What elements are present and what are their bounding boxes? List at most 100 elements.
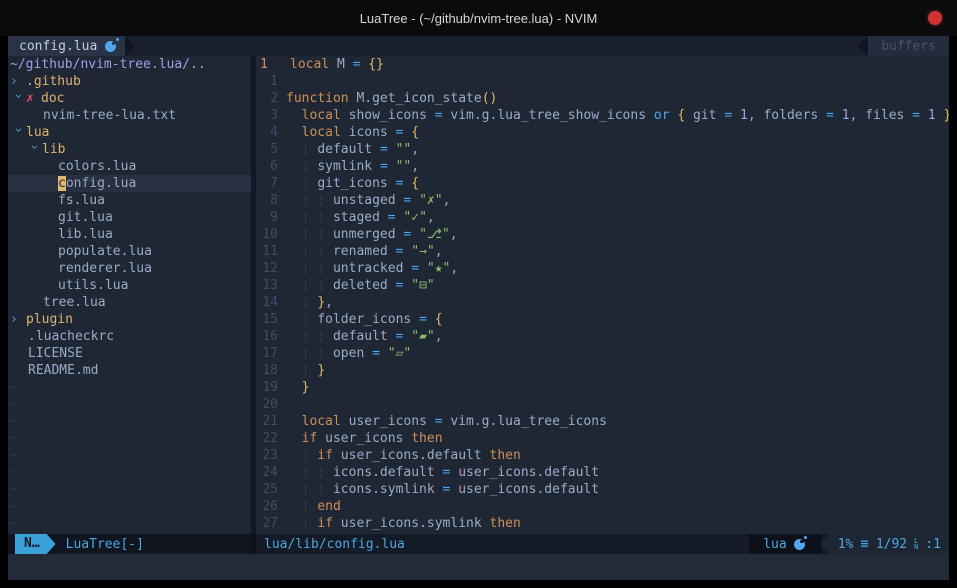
code-line-18[interactable]: 17 ¦ ¦ open = "▱" xyxy=(256,345,949,362)
tree-item-README.md[interactable]: README.md xyxy=(8,362,251,379)
tree-item-config.lua[interactable]: config.lua xyxy=(8,175,251,192)
code-line-5[interactable]: 4 local icons = { xyxy=(256,124,949,141)
tree-item-lib.lua[interactable]: lib.lua xyxy=(8,226,251,243)
tree-item-nvim-tree-lua.txt[interactable]: nvim-tree-lua.txt xyxy=(8,107,251,124)
indent-guide: ¦ xyxy=(302,516,318,531)
indent-guide: ¦ xyxy=(302,193,318,208)
command-line[interactable] xyxy=(8,554,949,580)
tree-root-path[interactable]: ~/github/nvim-tree.lua/.. xyxy=(8,56,251,73)
code-line-23[interactable]: 22 if user_icons then xyxy=(256,430,949,447)
code-line-7[interactable]: 6 ¦ symlink = "", xyxy=(256,158,949,175)
empty-line-tilde: ~ xyxy=(8,430,251,447)
code-line-19[interactable]: 18 ¦ } xyxy=(256,362,949,379)
tree-item-.github[interactable]: ›.github xyxy=(8,73,251,90)
code-line-12[interactable]: 11 ¦ ¦ renamed = "→", xyxy=(256,243,949,260)
code-line-22[interactable]: 21 local user_icons = vim.g.lua_tree_ico… xyxy=(256,413,949,430)
code-line-6[interactable]: 5 ¦ default = "", xyxy=(256,141,949,158)
relative-line-number: 8 xyxy=(256,192,286,209)
tree-item-renderer.lua[interactable]: renderer.lua xyxy=(8,260,251,277)
code-line-25[interactable]: 24 ¦ ¦ icons.default = user_icons.defaul… xyxy=(256,464,949,481)
code-token xyxy=(834,108,842,123)
tree-item-doc[interactable]: ›✗doc xyxy=(8,90,251,107)
code-token: deleted xyxy=(333,278,396,293)
code-token: } xyxy=(944,108,949,123)
code-line-28[interactable]: 27 ¦ if user_icons.symlink then xyxy=(256,515,949,532)
code-line-4[interactable]: 3 local show_icons = vim.g.lua_tree_show… xyxy=(256,107,949,124)
code-token: then xyxy=(411,431,442,446)
tree-item-label: .luacheckrc xyxy=(28,329,114,344)
tree-item-lib[interactable]: ›lib xyxy=(8,141,251,158)
tree-item-label: tree.lua xyxy=(43,295,106,310)
filetype-label: lua xyxy=(763,537,786,552)
code-line-21[interactable]: 20 xyxy=(256,396,949,413)
code-line-9[interactable]: 8 ¦ ¦ unstaged = "✗", xyxy=(256,192,949,209)
code-token: "" xyxy=(396,159,412,174)
code-token xyxy=(286,482,302,497)
tree-cursor-cell: c xyxy=(58,176,66,191)
code-token: , xyxy=(450,261,458,276)
code-line-16[interactable]: 15 ¦ folder_icons = { xyxy=(256,311,949,328)
code-token xyxy=(286,448,302,463)
code-line-1[interactable]: 1local M = {} xyxy=(256,56,949,73)
close-button[interactable] xyxy=(928,11,942,25)
code-token xyxy=(286,499,302,514)
code-line-3[interactable]: 2function M.get_icon_state() xyxy=(256,90,949,107)
code-line-13[interactable]: 12 ¦ ¦ untracked = "★", xyxy=(256,260,949,277)
code-token: user_icons xyxy=(341,414,435,429)
code-token: , xyxy=(325,295,333,310)
tree-item-plugin[interactable]: ›plugin xyxy=(8,311,251,328)
code-line-10[interactable]: 9 ¦ ¦ staged = "✓", xyxy=(256,209,949,226)
tree-item-utils.lua[interactable]: utils.lua xyxy=(8,277,251,294)
code-token: "▰" xyxy=(411,329,434,344)
tree-item-colors.lua[interactable]: colors.lua xyxy=(8,158,251,175)
indent-guide: ¦ xyxy=(302,210,318,225)
code-token xyxy=(286,295,302,310)
code-line-20[interactable]: 19 } xyxy=(256,379,949,396)
code-token: "→" xyxy=(411,244,434,259)
buffers-toggle[interactable]: buffers xyxy=(868,36,949,56)
code-token: , xyxy=(435,244,443,259)
code-line-27[interactable]: 26 ¦ end xyxy=(256,498,949,515)
tilde-marker: ~ xyxy=(10,431,18,446)
code-token: default xyxy=(317,142,380,157)
indent-guide: ¦ xyxy=(317,261,333,276)
code-line-text: ¦ ¦ untracked = "★", xyxy=(286,260,949,277)
tree-item-.luacheckrc[interactable]: .luacheckrc xyxy=(8,328,251,345)
indent-guide: ¦ xyxy=(302,465,318,480)
relative-line-number: 11 xyxy=(256,243,286,260)
indent-guide: ¦ xyxy=(302,363,318,378)
code-token: = xyxy=(912,108,920,123)
code-line-2[interactable]: 1 xyxy=(256,73,949,90)
tree-item-LICENSE[interactable]: LICENSE xyxy=(8,345,251,362)
code-line-26[interactable]: 25 ¦ ¦ icons.symlink = user_icons.defaul… xyxy=(256,481,949,498)
code-token: untracked xyxy=(333,261,411,276)
code-line-15[interactable]: 14 ¦ }, xyxy=(256,294,949,311)
code-line-11[interactable]: 10 ¦ ¦ unmerged = "⎇", xyxy=(256,226,949,243)
tree-item-fs.lua[interactable]: fs.lua xyxy=(8,192,251,209)
code-line-text: local show_icons = vim.g.lua_tree_show_i… xyxy=(286,107,949,124)
code-line-text xyxy=(286,396,949,413)
code-token: renamed xyxy=(333,244,396,259)
code-token: vim.g.lua_tree_icons xyxy=(443,414,607,429)
code-line-17[interactable]: 16 ¦ ¦ default = "▰", xyxy=(256,328,949,345)
buffers-separator-arrow xyxy=(858,36,868,56)
relative-line-number: 26 xyxy=(256,498,286,515)
tree-item-lua[interactable]: ›lua xyxy=(8,124,251,141)
code-line-text: function M.get_icon_state() xyxy=(286,90,949,107)
code-line-8[interactable]: 7 ¦ git_icons = { xyxy=(256,175,949,192)
code-line-24[interactable]: 23 ¦ if user_icons.default then xyxy=(256,447,949,464)
empty-line-tilde: ~ xyxy=(8,379,251,396)
code-token: folder_icons xyxy=(317,312,419,327)
code-token: unmerged xyxy=(333,227,403,242)
code-line-text: ¦ ¦ unmerged = "⎇", xyxy=(286,226,949,243)
tree-item-label: doc xyxy=(41,91,64,106)
relative-line-number: 7 xyxy=(256,175,286,192)
code-line-14[interactable]: 13 ¦ ¦ deleted = "⊟" xyxy=(256,277,949,294)
tree-item-populate.lua[interactable]: populate.lua xyxy=(8,243,251,260)
tab-config-lua[interactable]: config.lua xyxy=(8,36,125,56)
tree-item-tree.lua[interactable]: tree.lua xyxy=(8,294,251,311)
code-token xyxy=(286,414,302,429)
empty-line-tilde: ~ xyxy=(8,481,251,498)
tree-item-git.lua[interactable]: git.lua xyxy=(8,209,251,226)
tilde-marker: ~ xyxy=(10,516,18,531)
